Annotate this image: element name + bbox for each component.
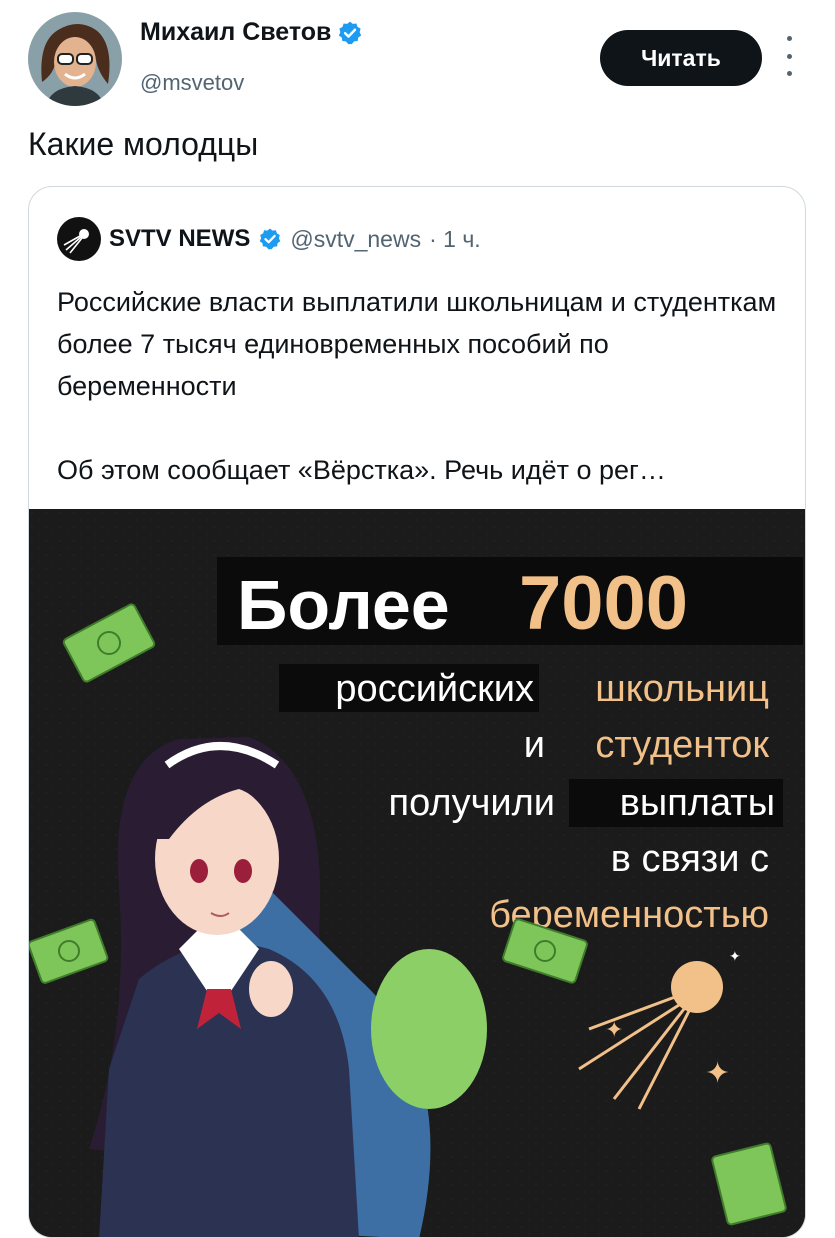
svg-text:✦: ✦ bbox=[729, 949, 741, 965]
media-line2-a: и bbox=[524, 724, 545, 766]
svg-text:✦: ✦ bbox=[705, 1056, 730, 1091]
media-line2-b: студенток bbox=[595, 724, 769, 766]
quoted-author-handle[interactable]: @svtv_news bbox=[290, 226, 421, 253]
quoted-paragraph-1: Российские власти выплатили школьницам и… bbox=[57, 287, 777, 401]
quoted-tweet-text: Российские власти выплатили школьницам и… bbox=[57, 281, 777, 491]
author-name[interactable]: Михаил Светов bbox=[140, 18, 331, 47]
follow-button[interactable]: Читать bbox=[600, 30, 762, 86]
media-illustration: Более 7000 российских школьниц и студент… bbox=[29, 509, 805, 1237]
quoted-tweet-header: SVTV NEWS @svtv_news · 1 ч. bbox=[57, 217, 481, 261]
more-options-icon[interactable] bbox=[780, 36, 798, 76]
svtv-logo-icon[interactable] bbox=[57, 217, 101, 261]
quoted-author-name[interactable]: SVTV NEWS bbox=[109, 225, 250, 253]
avatar-image bbox=[28, 12, 122, 106]
media-line3-b: выплаты bbox=[620, 782, 775, 824]
media-line1-a: российских bbox=[335, 668, 534, 710]
verified-badge-icon bbox=[260, 228, 281, 250]
media-line1-b: школьниц bbox=[595, 668, 769, 710]
author-avatar[interactable] bbox=[28, 12, 122, 106]
quoted-media-image[interactable]: Более 7000 российских школьниц и студент… bbox=[29, 509, 805, 1237]
media-line4: в связи с bbox=[611, 838, 769, 880]
media-headline-word: Более bbox=[237, 566, 450, 644]
media-headline-number: 7000 bbox=[519, 561, 688, 646]
media-line3-a: получили bbox=[389, 782, 555, 824]
quoted-tweet-card[interactable]: SVTV NEWS @svtv_news · 1 ч. Российские в… bbox=[28, 186, 806, 1238]
tweet-text: Какие молодцы bbox=[28, 126, 259, 162]
quoted-timestamp[interactable]: · 1 ч. bbox=[429, 226, 481, 253]
author-handle[interactable]: @msvetov bbox=[140, 70, 244, 96]
verified-badge-icon bbox=[339, 21, 362, 44]
author-name-row[interactable]: Михаил Светов bbox=[140, 18, 363, 47]
quoted-paragraph-2: Об этом сообщает «Вёрстка». Речь идёт о … bbox=[57, 455, 666, 485]
svg-text:✦: ✦ bbox=[605, 1018, 623, 1043]
